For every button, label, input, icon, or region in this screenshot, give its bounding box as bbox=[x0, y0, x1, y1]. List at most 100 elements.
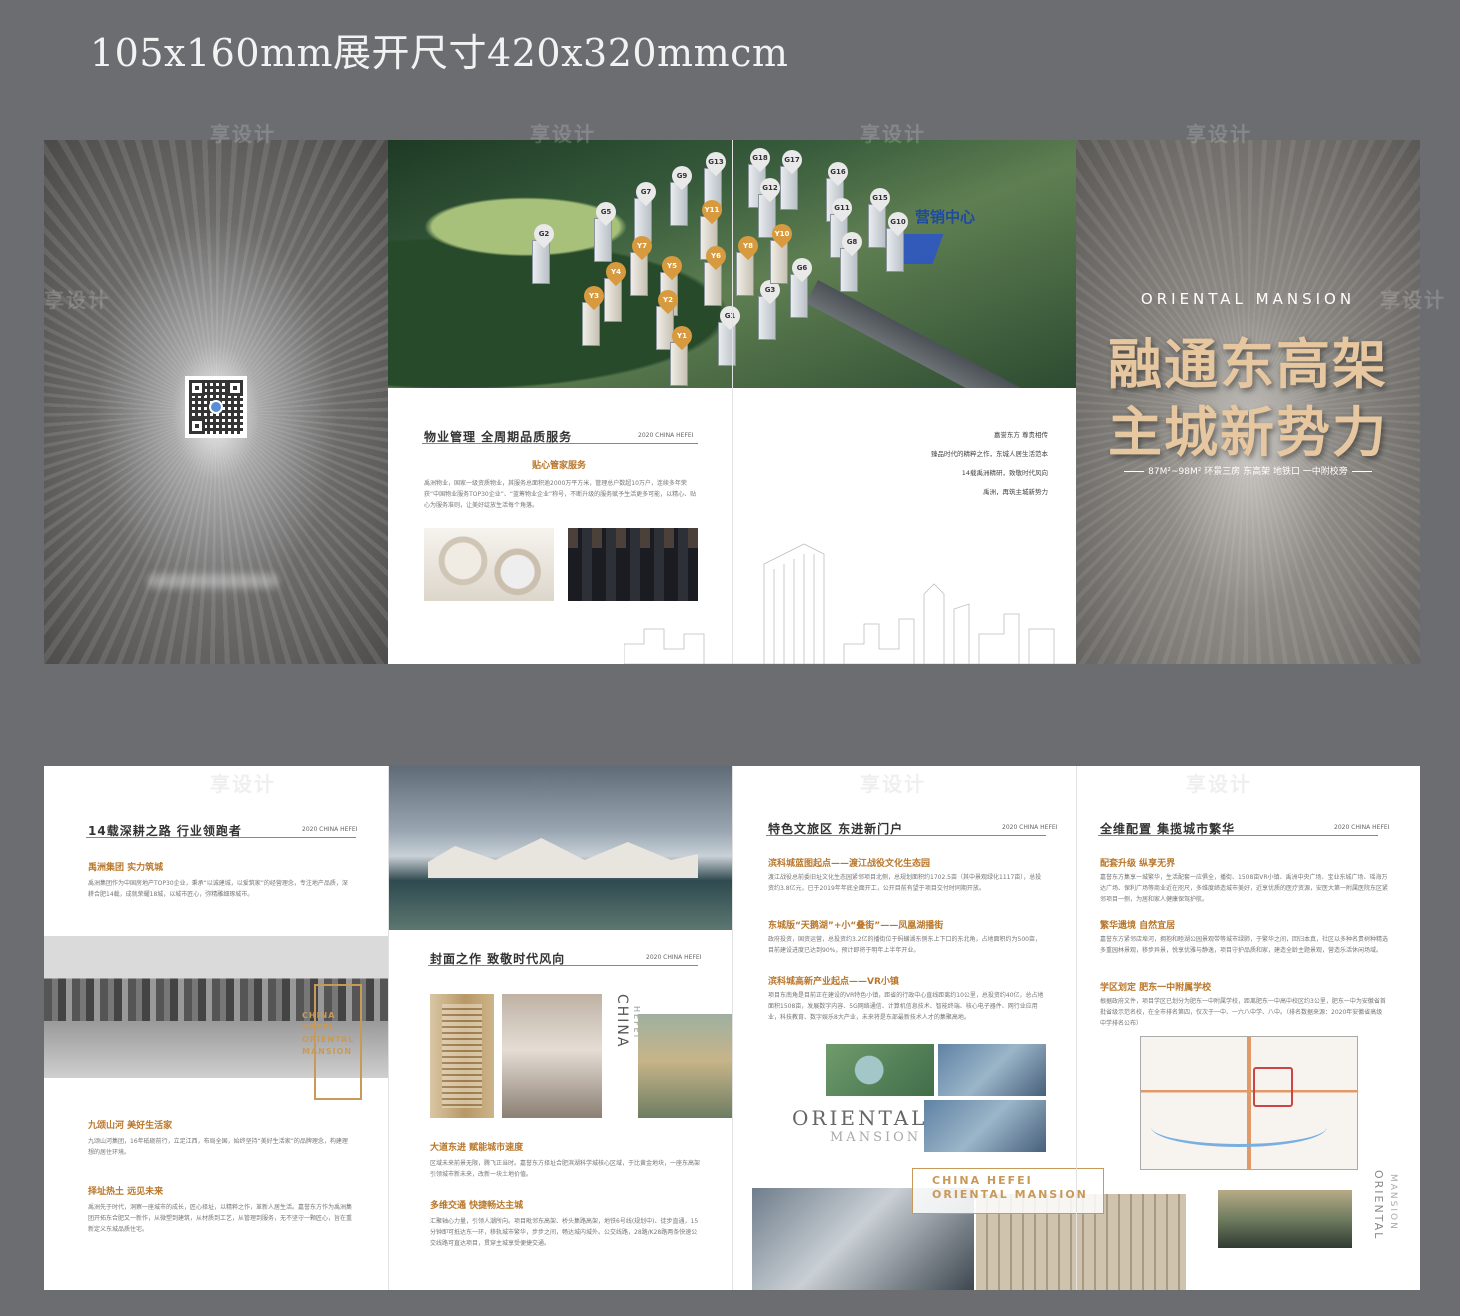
building-pin-label: Y7 bbox=[637, 242, 647, 250]
cover-work-sub-1: 大道东进 赋能城市速度 bbox=[430, 1143, 524, 1153]
caps-line: HEFEI bbox=[302, 1023, 334, 1032]
fold-line bbox=[1076, 766, 1077, 1290]
residential-tower bbox=[770, 240, 788, 284]
back-panel bbox=[44, 140, 388, 664]
building-pin[interactable]: G16 bbox=[823, 157, 853, 187]
culture-body-3: 项目东南角是目前正在建设的VR特色小镇，距省的行政中心直线距离约10公里，总投资… bbox=[768, 992, 1044, 1021]
brochure-outside-sheet: 营销中心 G18 G17 G13 G16 G9 G12 G7 G15 G11 G5 G10 G2 G8 G… bbox=[44, 140, 1420, 664]
slogan-line: 嘉誉东方 尊贵相传 bbox=[993, 431, 1048, 439]
building-pin[interactable]: G2 bbox=[529, 219, 559, 249]
photo-lake-district bbox=[938, 1044, 1046, 1096]
building-pin[interactable]: Y10 bbox=[767, 219, 797, 249]
photo-eco-park bbox=[826, 1044, 934, 1096]
building-pin[interactable]: Y1 bbox=[667, 321, 697, 351]
culture-body-2: 政府投资，国资运营，总投资约3.2亿的播街位于蚂蟥湖东侧东上下口的东北角，占地面… bbox=[768, 936, 1041, 954]
history-sub-1: 禹洲集团 实力筑城 bbox=[88, 863, 164, 873]
cover-work-rule bbox=[428, 965, 698, 966]
qr-logo-icon bbox=[209, 400, 223, 414]
residential-tower bbox=[886, 228, 904, 272]
qr-eye-bottom-left bbox=[189, 418, 205, 434]
slogan-line: 臻品时代的精粹之作，东城人居生活范本 bbox=[931, 450, 1048, 458]
map-project-marker bbox=[1253, 1067, 1293, 1107]
history-body-3: 禹洲先于时代，洞察一座城市的成长，匠心择址，以精粹之作，革新人居生活。嘉誉东方作… bbox=[88, 1204, 353, 1233]
qr-code[interactable] bbox=[185, 376, 247, 438]
property-subheading: 贴心管家服务 bbox=[532, 461, 587, 471]
history-year: 2020 CHINA HEFEI bbox=[302, 826, 358, 833]
residential-tower bbox=[670, 342, 688, 386]
slogan-line: 禹洲，再筑主城新势力 bbox=[983, 488, 1048, 496]
building-pin[interactable]: Y2 bbox=[653, 285, 683, 315]
building-pin-label: G16 bbox=[830, 168, 846, 176]
cover-work-body-1: 区域未来前景无限，腾飞正当时。嘉誉东方择址合肥滨湖科学城核心区域，于比黄金地块，… bbox=[430, 1160, 701, 1178]
building-pin-label: G2 bbox=[538, 230, 550, 238]
residential-tower bbox=[630, 252, 648, 296]
building-pin[interactable]: Y3 bbox=[579, 281, 609, 311]
building-pin[interactable]: G8 bbox=[837, 227, 867, 257]
building-pin[interactable]: Y4 bbox=[601, 257, 631, 287]
photo-museum-render bbox=[388, 766, 732, 930]
building-pin[interactable]: G17 bbox=[777, 145, 807, 175]
building-pin[interactable]: G9 bbox=[667, 161, 697, 191]
skyline-illustration bbox=[624, 543, 1076, 664]
fold-line bbox=[388, 766, 389, 1290]
feature-tagline: 87M²~98M² 环景三房 东高架 地铁口 一中附校旁 bbox=[1096, 464, 1400, 477]
building-pin[interactable]: G6 bbox=[787, 253, 817, 283]
building-pin-label: G9 bbox=[676, 172, 688, 180]
building-pin[interactable]: Y7 bbox=[627, 231, 657, 261]
building-pin-label: G17 bbox=[784, 156, 800, 164]
caption-text: CHINA HEFEI ORIENTAL MANSION bbox=[932, 1174, 1088, 1202]
inside-panel-amenities: 全维配置 集揽城市繁华 2020 CHINA HEFEI 配套升级 纵享无界 嘉… bbox=[1076, 766, 1420, 1290]
city-caps: CHINA HEFEI ORIENTAL MANSION bbox=[302, 1010, 354, 1058]
building-pin[interactable]: G1 bbox=[715, 301, 745, 331]
china-vertical: CHINA bbox=[614, 994, 630, 1049]
residential-tower bbox=[532, 240, 550, 284]
building-pin[interactable]: G18 bbox=[745, 143, 775, 173]
photo-vr-town bbox=[924, 1100, 1046, 1152]
building-pin[interactable]: G7 bbox=[631, 177, 661, 207]
cover-work-year: 2020 CHINA HEFEI bbox=[646, 954, 702, 961]
size-title: 105x160mm展开尺寸420x320mmcm bbox=[90, 31, 789, 75]
qr-pattern bbox=[189, 380, 243, 434]
property-body: 禹洲物业，国家一级资质物业，其服务总面积逾2000万平方米，管理总户数超10万户… bbox=[424, 480, 697, 509]
caption-line: ORIENTAL MANSION bbox=[932, 1188, 1088, 1201]
building-pin[interactable]: Y8 bbox=[733, 231, 763, 261]
building-pin[interactable]: G15 bbox=[865, 183, 895, 213]
cover-panel: ORIENTAL MANSION 融通东高架 主城新势力 87M²~98M² 环… bbox=[1076, 140, 1420, 664]
building-pin[interactable]: G12 bbox=[755, 173, 785, 203]
building-pin[interactable]: Y5 bbox=[657, 251, 687, 281]
building-pin[interactable]: G11 bbox=[827, 193, 857, 223]
amenities-rule bbox=[1098, 835, 1378, 836]
building-pin-label: G6 bbox=[796, 264, 808, 272]
building-pin-label: G8 bbox=[846, 238, 858, 246]
property-year: 2020 CHINA HEFEI bbox=[638, 432, 694, 439]
building-pin[interactable]: G13 bbox=[701, 147, 731, 177]
slogan-list: 嘉誉东方 尊贵相传 臻品时代的精粹之作，东城人居生活范本 14载禹洲精研，致敬时… bbox=[931, 426, 1048, 502]
building-pin-label: Y6 bbox=[711, 252, 721, 260]
residential-tower bbox=[604, 278, 622, 322]
building-pin[interactable]: Y11 bbox=[697, 195, 727, 225]
amenities-sub-3: 学区划定 肥东一中附属学校 bbox=[1100, 983, 1212, 993]
building-pin-label: G10 bbox=[890, 218, 906, 226]
building-pin-label: Y11 bbox=[704, 206, 720, 214]
building-pin-label: G13 bbox=[708, 158, 724, 166]
history-rule bbox=[86, 837, 356, 838]
residential-tower bbox=[790, 274, 808, 318]
map-river bbox=[1151, 1107, 1327, 1147]
culture-sub-3: 滨科城高新产业起点——VR小镇 bbox=[768, 977, 899, 987]
building-pin[interactable]: Y6 bbox=[701, 241, 731, 271]
sales-center-label: 营销中心 bbox=[915, 208, 976, 226]
residential-tower bbox=[582, 302, 600, 346]
residential-tower bbox=[594, 218, 612, 262]
amenities-sub-1: 配套升级 纵享无界 bbox=[1100, 859, 1176, 869]
cover-work-body-2: 汇聚轴心力量，引领人潮所向。项目毗邻东高架、桥头集路高架，地铁6号线(规划中)、… bbox=[430, 1218, 699, 1247]
brand-english: ORIENTAL MANSION bbox=[1140, 290, 1356, 308]
location-map[interactable] bbox=[1140, 1036, 1358, 1170]
amenities-year: 2020 CHINA HEFEI bbox=[1334, 824, 1390, 831]
photo-garden bbox=[1218, 1190, 1352, 1248]
building-pin[interactable]: G5 bbox=[591, 197, 621, 227]
building-pin[interactable]: G10 bbox=[883, 207, 913, 237]
residential-tower bbox=[840, 248, 858, 292]
photo-residential-tower bbox=[430, 994, 494, 1118]
slogan-line: 14载禹洲精研，致敬时代风向 bbox=[961, 469, 1048, 477]
inside-panel-cover-work: 封面之作 致敬时代风向 2020 CHINA HEFEI CHINA HEFEI… bbox=[388, 766, 732, 1290]
